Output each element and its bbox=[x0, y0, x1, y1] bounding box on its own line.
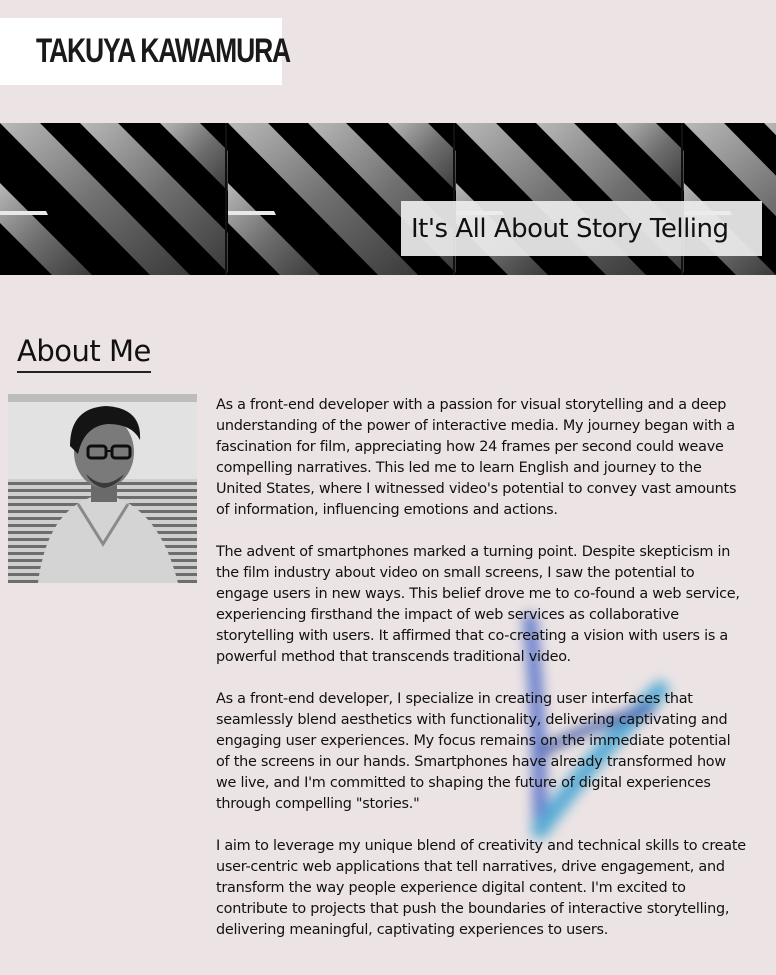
logo-text: TAKUYA KAWAMURA bbox=[36, 32, 291, 70]
about-bio: As a front-end developer with a passion … bbox=[216, 395, 746, 962]
site-logo[interactable]: TAKUYA KAWAMURA bbox=[0, 18, 291, 85]
profile-photo bbox=[8, 394, 197, 583]
banner-caption-text: It's All About Story Telling bbox=[411, 213, 729, 244]
section-title-about: About Me bbox=[17, 334, 151, 373]
bio-paragraph: The advent of smartphones marked a turni… bbox=[216, 544, 740, 665]
bio-paragraph: As a front-end developer, I specialize i… bbox=[216, 691, 731, 812]
bio-paragraph: I aim to leverage my unique blend of cre… bbox=[216, 838, 746, 938]
banner-caption-box: It's All About Story Telling bbox=[401, 201, 762, 256]
bio-paragraph: As a front-end developer with a passion … bbox=[216, 397, 737, 518]
